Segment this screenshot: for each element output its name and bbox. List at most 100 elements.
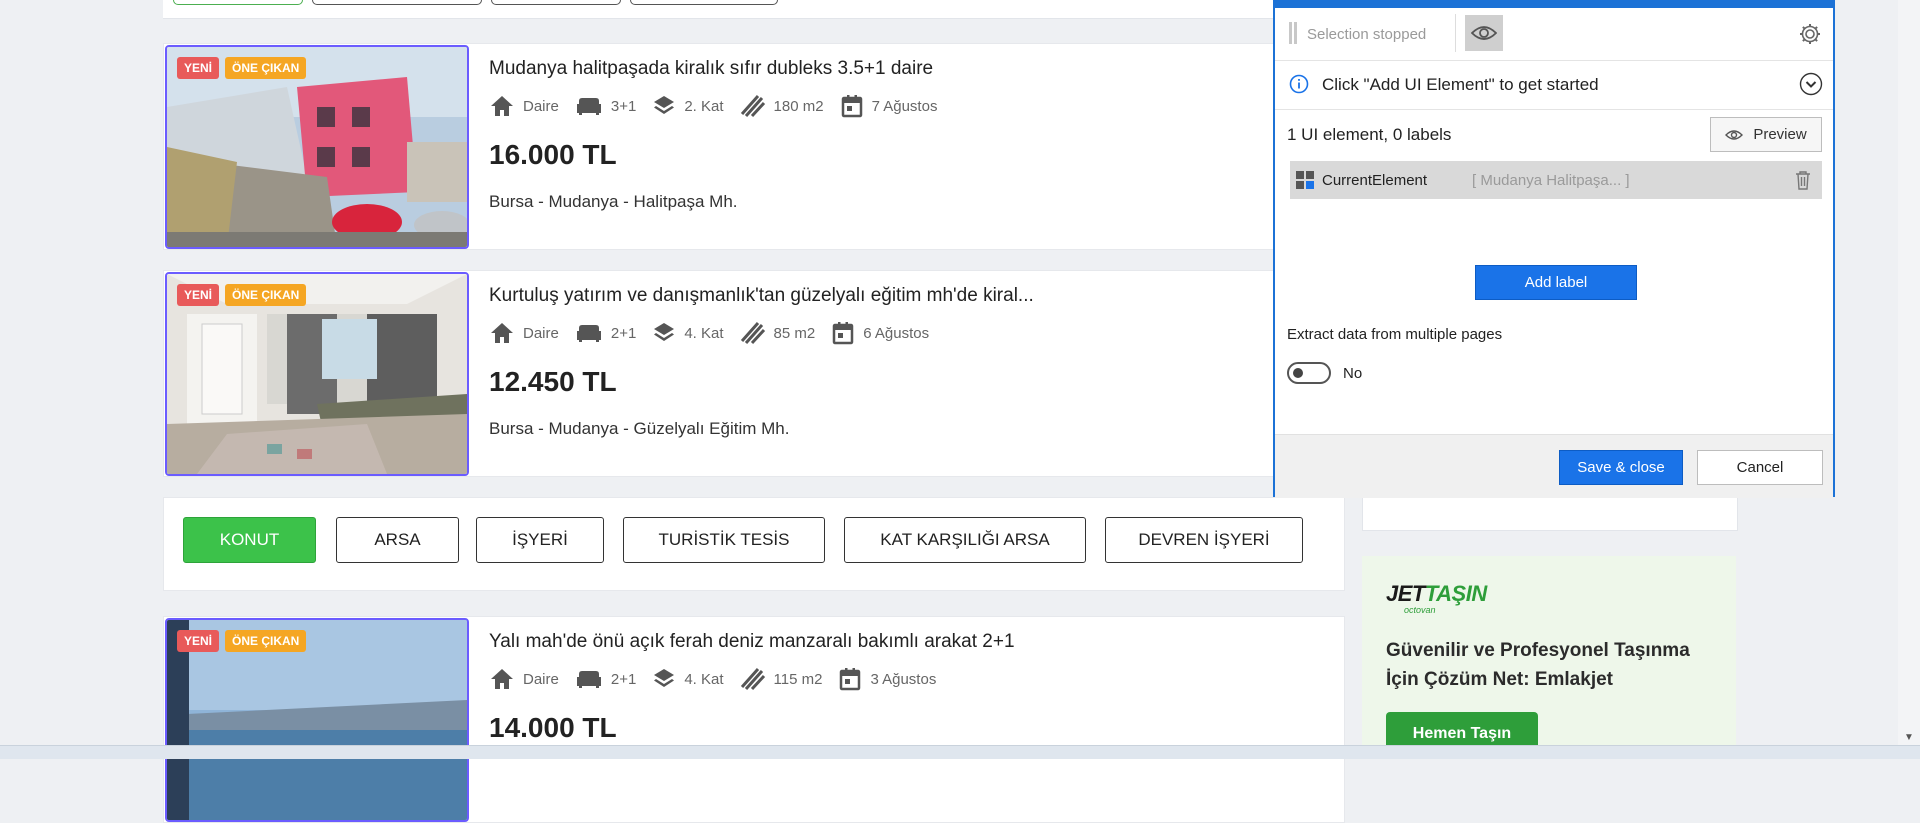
listing-card[interactable]: YENİ ÖNE ÇIKAN Mudanya halitpaşada kiral…: [163, 43, 1345, 250]
save-close-button[interactable]: Save & close: [1559, 450, 1683, 485]
element-name: CurrentElement: [1322, 172, 1428, 189]
element-value: [ Mudanya Halitpaşa... ]: [1472, 172, 1630, 189]
layers-icon: [654, 669, 675, 687]
info-icon: [1289, 74, 1309, 94]
listing-title[interactable]: Kurtuluş yatırım ve danışmanlık'tan güze…: [489, 285, 1034, 307]
moving-ad[interactable]: JETTAŞIN octovan Güvenilir ve Profesyone…: [1362, 556, 1736, 758]
multi-page-toggle[interactable]: [1287, 362, 1331, 384]
toggle-knob: [1293, 368, 1303, 378]
area-icon: [740, 322, 765, 345]
listing-floor: 4. Kat: [684, 324, 724, 342]
listing-rooms: 2+1: [610, 670, 637, 688]
listing-photo[interactable]: YENİ ÖNE ÇIKAN: [165, 618, 469, 822]
listing-meta: Daire 3+1 2. Kat 180 m2 7 Ağustos: [489, 94, 953, 118]
listing-title[interactable]: Yalı mah'de önü açık ferah deniz manzara…: [489, 631, 1015, 653]
add-label-button[interactable]: Add label: [1475, 265, 1637, 300]
listing-rooms: 2+1: [610, 324, 637, 342]
sofa-icon: [576, 98, 601, 115]
scroll-down-arrow[interactable]: ▼: [1904, 732, 1914, 743]
selection-status: Selection stopped: [1307, 26, 1427, 43]
layers-icon: [654, 96, 675, 114]
ad-logo: JETTAŞIN: [1386, 581, 1487, 606]
category-button-partial[interactable]: [173, 0, 303, 5]
category-button-partial[interactable]: [491, 0, 621, 5]
new-badge: YENİ: [177, 630, 220, 652]
listing-meta: Daire 2+1 4. Kat 85 m2 6 Ağustos: [489, 321, 945, 345]
highlight-toggle-button[interactable]: [1465, 15, 1503, 51]
listing-date: 6 Ağustos: [863, 324, 930, 342]
calendar-icon: [832, 322, 854, 345]
listing-type: Daire: [523, 97, 559, 115]
new-badge: YENİ: [177, 57, 220, 79]
listing-type: Daire: [523, 670, 559, 688]
featured-badge: ÖNE ÇIKAN: [225, 284, 307, 306]
sofa-icon: [576, 325, 601, 342]
taskbar: [0, 745, 1920, 759]
area-icon: [740, 95, 765, 118]
listing-location: Bursa - Mudanya - Güzelyalı Eğitim Mh.: [489, 419, 790, 438]
listing-area: 115 m2: [773, 670, 823, 688]
category-button-partial[interactable]: [630, 0, 778, 5]
listing-card[interactable]: YENİ ÖNE ÇIKAN Kurtuluş yatırım ve danış…: [163, 270, 1345, 477]
info-text: Click "Add UI Element" to get started: [1322, 75, 1599, 94]
preview-label: Preview: [1753, 126, 1807, 143]
category-button-konut[interactable]: KONUT: [183, 517, 316, 563]
listing-location: Bursa - Mudanya - Halitpaşa Mh.: [489, 192, 738, 211]
listing-floor: 4. Kat: [684, 670, 724, 688]
category-button-partial[interactable]: [312, 0, 482, 5]
listing-card[interactable]: YENİ ÖNE ÇIKAN Yalı mah'de önü açık fera…: [163, 616, 1345, 823]
listing-type: Daire: [523, 324, 559, 342]
eye-icon: [1471, 26, 1497, 40]
area-icon: [740, 668, 765, 691]
listing-photo[interactable]: YENİ ÖNE ÇIKAN: [165, 272, 469, 476]
category-button-devren-isyeri[interactable]: DEVREN İŞYERİ: [1105, 517, 1303, 563]
info-banner: Click "Add UI Element" to get started: [1275, 60, 1833, 110]
new-badge: YENİ: [177, 284, 220, 306]
listing-photo[interactable]: YENİ ÖNE ÇIKAN: [165, 45, 469, 249]
layers-icon: [654, 323, 675, 341]
featured-badge: ÖNE ÇIKAN: [225, 57, 307, 79]
home-icon: [491, 96, 513, 116]
element-count: 1 UI element, 0 labels: [1287, 125, 1452, 144]
home-icon: [491, 669, 513, 689]
listing-area: 180 m2: [773, 97, 824, 115]
page-scrollbar[interactable]: ▼: [1898, 0, 1920, 745]
settings-gear-icon[interactable]: [1799, 23, 1821, 45]
listing-date: 7 Ağustos: [871, 97, 938, 115]
featured-badge: ÖNE ÇIKAN: [225, 630, 307, 652]
calendar-icon: [840, 668, 861, 691]
extract-multiple-pages-label: Extract data from multiple pages: [1287, 326, 1503, 343]
drag-handle-icon[interactable]: [1289, 22, 1297, 44]
dialog-toolbar: Selection stopped: [1275, 8, 1833, 61]
listing-date: 3 Ağustos: [870, 670, 937, 688]
category-button-turistik-tesis[interactable]: TURİSTİK TESİS: [623, 517, 825, 563]
category-button-arsa[interactable]: ARSA: [336, 517, 459, 563]
ad-text: Güvenilir ve Profesyonel Taşınma İçin Çö…: [1386, 640, 1690, 690]
eye-icon: [1725, 129, 1744, 140]
ad-logo-sub: octovan: [1404, 605, 1436, 615]
calendar-icon: [841, 95, 862, 118]
listing-title[interactable]: Mudanya halitpaşada kiralık sıfır dublek…: [489, 58, 933, 80]
listing-floor: 2. Kat: [684, 97, 724, 115]
listing-price: 12.450 TL: [489, 366, 617, 397]
toggle-value: No: [1343, 365, 1363, 382]
element-grid-icon: [1296, 171, 1314, 189]
cancel-button[interactable]: Cancel: [1697, 450, 1823, 485]
listing-price: 14.000 TL: [489, 712, 617, 743]
category-button-isyeri[interactable]: İŞYERİ: [476, 517, 604, 563]
listing-meta: Daire 2+1 4. Kat 115 m2 3 Ağustos: [489, 667, 952, 691]
category-button-kat-karsiligi-arsa[interactable]: KAT KARŞILIĞI ARSA: [844, 517, 1086, 563]
sofa-icon: [576, 671, 601, 688]
category-bar: KONUT ARSA İŞYERİ TURİSTİK TESİS KAT KAR…: [163, 497, 1345, 591]
toolbar-divider: [1455, 14, 1456, 52]
category-bar-partial: [163, 0, 1343, 19]
dialog-footer: Save & close Cancel: [1275, 434, 1833, 498]
ui-element-row[interactable]: CurrentElement [ Mudanya Halitpaşa... ]: [1290, 161, 1822, 199]
home-icon: [491, 323, 513, 343]
trash-icon[interactable]: [1794, 170, 1812, 190]
listing-area: 85 m2: [773, 324, 816, 342]
extraction-wizard-dialog: Selection stopped Click "Add UI Element"…: [1273, 0, 1835, 498]
preview-button[interactable]: Preview: [1710, 117, 1822, 152]
chevron-down-icon[interactable]: [1799, 72, 1823, 96]
listing-price: 16.000 TL: [489, 139, 617, 170]
